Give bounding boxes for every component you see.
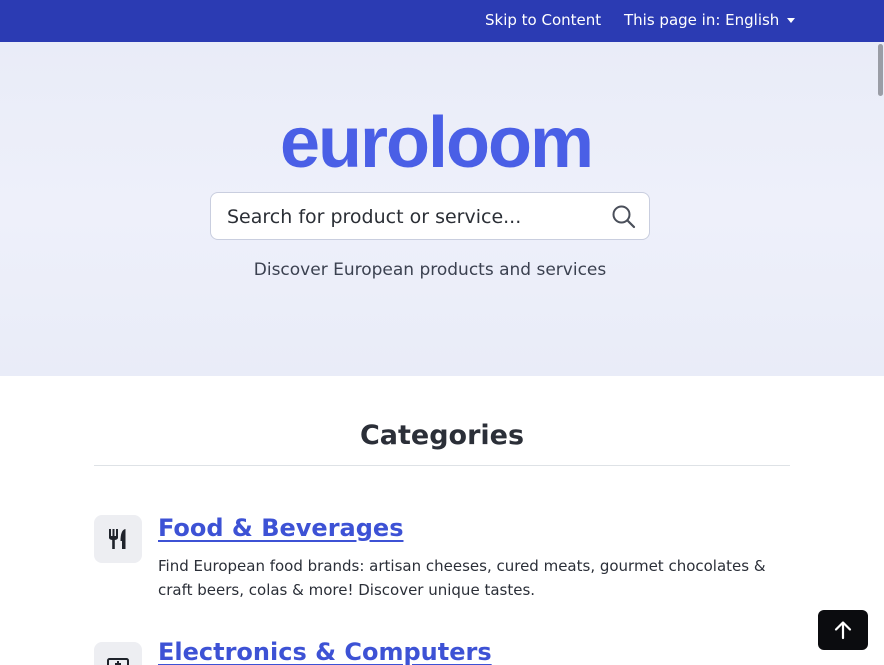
category-food-beverages-description: Find European food brands: artisan chees… xyxy=(158,557,766,599)
category-food-beverages-link[interactable]: Food & Beverages xyxy=(158,514,403,542)
search-bar xyxy=(210,192,650,240)
chevron-down-icon xyxy=(787,17,796,23)
language-dropdown[interactable]: This page in: English xyxy=(624,11,796,29)
categories-heading: Categories xyxy=(359,420,525,451)
search-input[interactable] xyxy=(227,203,607,231)
language-dropdown-label: This page in: English xyxy=(624,11,780,29)
hero-tagline: Discover European products and services xyxy=(253,260,607,280)
electronics-icon xyxy=(94,642,142,665)
page-scrollbar[interactable] xyxy=(878,44,883,96)
back-to-top-button[interactable] xyxy=(818,610,868,650)
category-electronics-computers-link[interactable]: Electronics & Computers xyxy=(158,638,492,665)
site-logo[interactable]: euroloom xyxy=(280,107,594,179)
fork-knife-icon xyxy=(94,515,142,563)
arrow-up-icon xyxy=(834,621,852,640)
search-icon[interactable] xyxy=(611,204,637,230)
top-navbar: Skip to Content This page in: English xyxy=(0,0,884,42)
section-divider xyxy=(94,465,790,466)
skip-to-content-link[interactable]: Skip to Content xyxy=(485,11,601,29)
